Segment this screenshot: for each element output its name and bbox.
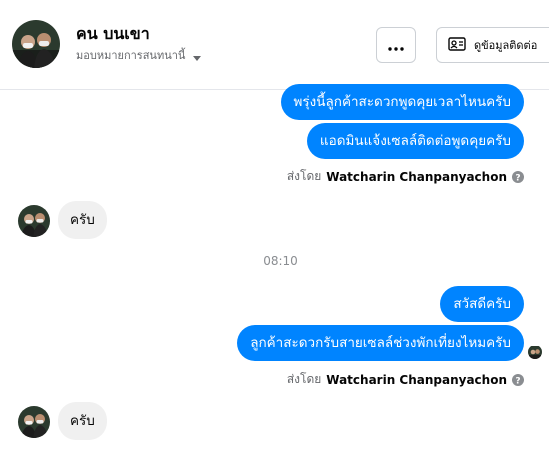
- sent-by-line: ส่งโดย Watcharin Chanpanyachon ?: [287, 370, 524, 389]
- help-icon[interactable]: ?: [512, 170, 524, 183]
- more-options-button[interactable]: [376, 27, 416, 63]
- incoming-message[interactable]: ครับ: [58, 402, 107, 440]
- sent-by-prefix: ส่งโดย: [286, 372, 322, 386]
- assign-conversation-label: มอบหมายการสนทนานี้: [76, 49, 186, 62]
- view-contact-label: ดูข้อมูลติดต่อ: [474, 39, 538, 52]
- view-contact-button[interactable]: ดูข้อมูลติดต่อ: [436, 27, 549, 63]
- sender-avatar: [18, 205, 50, 237]
- ellipsis-icon: [388, 36, 404, 55]
- caret-down-icon: [191, 49, 203, 61]
- sender-avatar: [18, 406, 50, 438]
- outgoing-message[interactable]: แอดมินแจ้งเซลล์ติดต่อพูดคุยครับ: [306, 123, 524, 159]
- help-icon[interactable]: ?: [512, 373, 524, 386]
- sent-by-line: ส่งโดย Watcharin Chanpanyachon ?: [287, 167, 524, 186]
- sender-name: Watcharin Chanpanyachon: [326, 169, 507, 184]
- contact-name: คน บนเขา: [76, 24, 150, 43]
- outgoing-message[interactable]: พรุ่งนี้ลูกค้าสะดวกพูดคุยเวลาไหนครับ: [280, 84, 524, 120]
- conversation-header: คน บนเขา มอบหมายการสนทนานี้ ดูข้อมูลติดต…: [0, 0, 549, 90]
- incoming-message[interactable]: ครับ: [58, 201, 107, 239]
- sender-name: Watcharin Chanpanyachon: [326, 372, 507, 387]
- seen-avatar: [528, 345, 542, 359]
- outgoing-message[interactable]: ลูกค้าสะดวกรับสายเซลล์ช่วงพักเที่ยงไหมคร…: [237, 325, 524, 361]
- svg-text:?: ?: [515, 173, 520, 183]
- id-card-icon: [448, 36, 466, 55]
- assign-conversation-dropdown[interactable]: มอบหมายการสนทนานี้: [76, 46, 203, 64]
- contact-avatar[interactable]: [12, 20, 60, 68]
- timestamp: 08:10: [263, 254, 298, 268]
- outgoing-message[interactable]: สวัสดีครับ: [440, 286, 524, 322]
- svg-text:?: ?: [515, 376, 520, 386]
- sent-by-prefix: ส่งโดย: [286, 169, 322, 183]
